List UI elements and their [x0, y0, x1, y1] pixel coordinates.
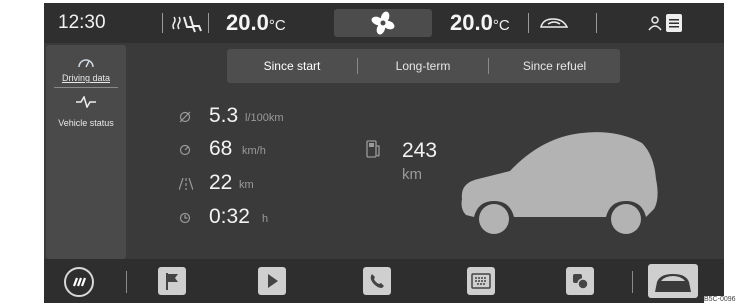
car-icon — [655, 274, 691, 292]
tab-since-start[interactable]: Since start — [227, 49, 357, 83]
tab-long-term[interactable]: Long-term — [358, 49, 488, 83]
home-icon[interactable] — [63, 266, 95, 303]
consumption-icon — [179, 110, 191, 128]
distance-icon — [178, 177, 194, 195]
car-silhouette-icon — [456, 121, 662, 242]
top-status-bar: 12:30 20.0°C 20.0°C — [44, 3, 724, 43]
time-unit: h — [262, 213, 269, 225]
phone-icon — [370, 274, 384, 288]
settings-icon — [573, 274, 589, 290]
sidebar: Driving data Vehicle status — [46, 45, 126, 259]
temp-left-value: 20.0 — [226, 10, 269, 35]
sidebar-item-vehicle-status[interactable]: Vehicle status — [46, 118, 126, 128]
reference-code: B5C-0096 — [704, 296, 736, 303]
temp-right-value: 20.0 — [450, 10, 493, 35]
consumption-unit: l/100km — [245, 112, 284, 124]
keyboard-icon — [471, 273, 491, 289]
speed-icon — [179, 143, 191, 161]
temp-left[interactable]: 20.0°C — [226, 10, 286, 36]
distance-unit: km — [239, 179, 254, 191]
fuel-pump-icon — [366, 139, 382, 164]
divider — [596, 13, 597, 33]
media-button[interactable] — [258, 267, 286, 295]
divider — [208, 13, 209, 33]
phone-button[interactable] — [363, 267, 391, 295]
play-icon — [268, 274, 278, 288]
keyboard-button[interactable] — [467, 267, 495, 295]
sidebar-item-driving-data[interactable]: Driving data — [46, 73, 126, 83]
menu-icon[interactable] — [666, 14, 682, 37]
consumption-value: 5.3 — [209, 104, 239, 127]
tab-since-refuel[interactable]: Since refuel — [489, 49, 620, 83]
page-indicator — [607, 295, 618, 303]
profile-icon[interactable] — [648, 15, 662, 36]
divider — [528, 13, 529, 33]
sidebar-divider — [54, 87, 118, 88]
divider — [632, 271, 633, 293]
clock-display: 12:30 — [58, 12, 106, 33]
temp-unit: °C — [268, 17, 286, 34]
range-value: 243 — [402, 139, 438, 162]
temp-right[interactable]: 20.0°C — [450, 10, 510, 36]
temp-unit: °C — [492, 17, 510, 34]
divider — [162, 13, 163, 33]
time-value: 0:32 — [209, 205, 250, 228]
speed-value: 68 — [209, 137, 233, 160]
divider — [126, 271, 127, 293]
flag-icon — [166, 273, 178, 290]
fan-button[interactable] — [334, 9, 432, 37]
vehicle-button[interactable] — [648, 264, 698, 298]
clock-icon — [179, 211, 191, 229]
speed-unit: km/h — [242, 145, 266, 157]
range-unit: km — [402, 166, 422, 183]
pulse-icon — [76, 95, 96, 113]
settings-button[interactable] — [566, 267, 594, 295]
gauge-icon — [77, 55, 95, 74]
trip-tabs: Since start Long-term Since refuel — [227, 49, 620, 83]
infotainment-screen: 12:30 20.0°C 20.0°C Driving data Vehicle… — [44, 3, 724, 303]
recirculation-icon[interactable] — [538, 15, 572, 36]
distance-value: 22 — [209, 171, 233, 194]
fan-icon — [371, 11, 395, 35]
navigation-button[interactable] — [158, 267, 186, 295]
seat-heating-icon[interactable] — [170, 13, 204, 38]
